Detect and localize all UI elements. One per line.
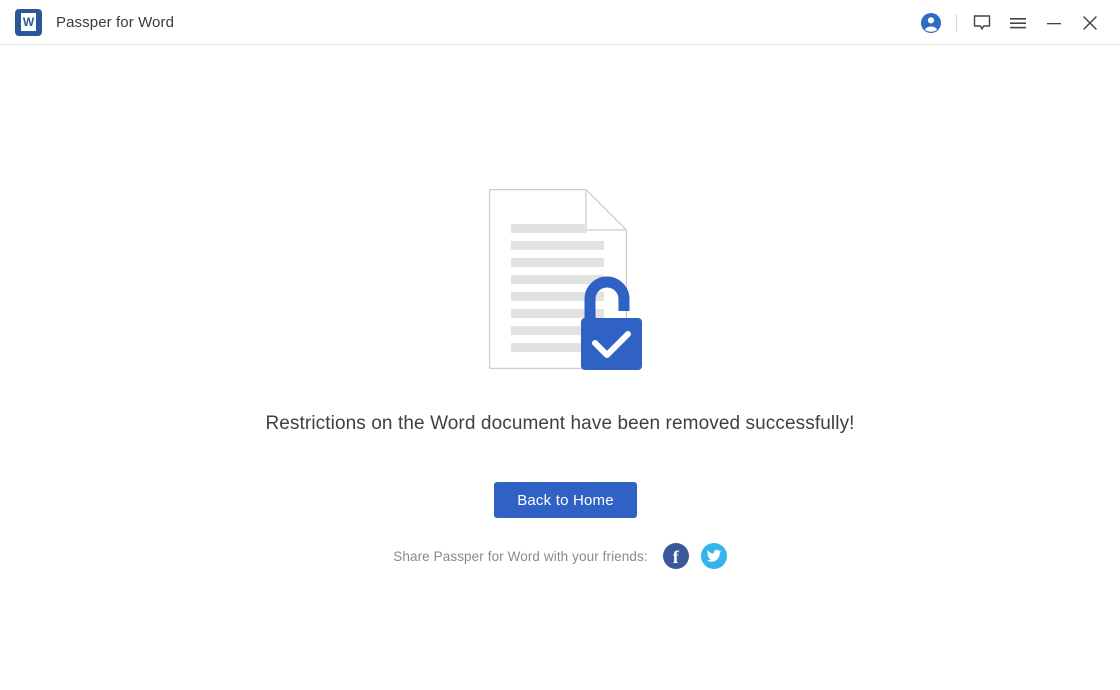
hamburger-menu-icon bbox=[1010, 17, 1026, 28]
logo-letter: W bbox=[22, 15, 35, 29]
minimize-icon bbox=[1047, 22, 1061, 24]
menu-button[interactable] bbox=[1000, 0, 1036, 45]
logo-sheet: W bbox=[20, 12, 37, 32]
close-button[interactable] bbox=[1072, 0, 1108, 45]
main-content: Restrictions on the Word document have b… bbox=[0, 45, 1120, 690]
title-bar: W Passper for Word bbox=[0, 0, 1120, 45]
success-message: Restrictions on the Word document have b… bbox=[265, 413, 855, 434]
toolbar-divider bbox=[956, 13, 957, 32]
share-label: Share Passper for Word with your friends… bbox=[393, 548, 648, 564]
facebook-icon: f bbox=[672, 547, 679, 567]
app-title: Passper for Word bbox=[56, 13, 175, 31]
speech-bubble-icon bbox=[973, 14, 991, 30]
facebook-share-button[interactable]: f bbox=[662, 543, 689, 569]
close-icon bbox=[1083, 15, 1097, 30]
app-window: W Passper for Word Restrictions on the W… bbox=[0, 0, 1120, 690]
account-circle-icon bbox=[921, 12, 941, 33]
twitter-icon bbox=[706, 549, 722, 562]
back-to-home-button[interactable]: Back to Home bbox=[494, 482, 637, 518]
feedback-button[interactable] bbox=[964, 0, 1000, 45]
minimize-button[interactable] bbox=[1036, 0, 1072, 45]
share-row: Share Passper for Word with your friends… bbox=[0, 543, 1120, 569]
account-button[interactable] bbox=[911, 0, 951, 45]
document-unlocked-illustration bbox=[489, 188, 659, 374]
window-controls bbox=[911, 0, 1120, 45]
word-document-logo-icon: W bbox=[15, 8, 42, 36]
twitter-share-button[interactable] bbox=[700, 543, 727, 569]
app-brand: W Passper for Word bbox=[15, 8, 175, 36]
